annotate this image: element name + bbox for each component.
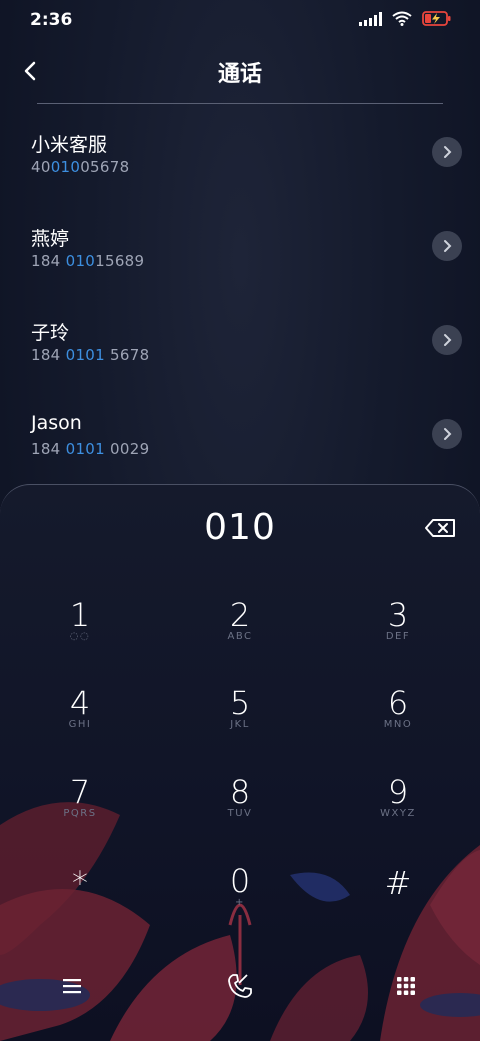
dial-key-0[interactable]: 0 +: [180, 863, 300, 943]
dial-key-9[interactable]: 9 WXYZ: [338, 774, 458, 854]
contact-name: 小米客服: [31, 134, 108, 156]
dialed-number-display: 010: [204, 507, 276, 548]
dialpad-icon: [397, 977, 415, 995]
chevron-right-icon: [444, 146, 452, 158]
dial-key-3[interactable]: 3 DEF: [338, 597, 458, 677]
dial-key-4[interactable]: 4 GHI: [20, 685, 140, 765]
list-item[interactable]: 子玲 184 0101 5678: [0, 308, 480, 402]
voicemail-icon: ◌◌: [69, 631, 91, 642]
battery-charging-icon: [422, 11, 451, 26]
chevron-right-icon: [444, 334, 452, 346]
dial-key-8[interactable]: 8 TUV: [180, 774, 300, 854]
status-icons: [359, 11, 452, 26]
menu-button[interactable]: [52, 966, 92, 1006]
header-divider: [37, 103, 443, 104]
contact-number: 184 01015689: [31, 252, 145, 270]
chevron-right-icon: [444, 428, 452, 440]
dial-key-5[interactable]: 5 JKL: [180, 685, 300, 765]
status-bar: 2:36: [0, 0, 480, 40]
phone-icon: [228, 974, 252, 998]
menu-icon: [63, 979, 81, 994]
contact-number: 184 0101 0029: [31, 440, 150, 458]
chevron-right-icon: [444, 240, 452, 252]
dial-key-2[interactable]: 2 ABC: [180, 597, 300, 677]
list-item[interactable]: 燕婷 184 01015689: [0, 214, 480, 308]
header: 通话: [0, 48, 480, 94]
contact-results-list: 小米客服 4001005678 燕婷 184 01015689 子玲 184 0…: [0, 120, 480, 496]
call-button[interactable]: [220, 966, 260, 1006]
signal-icon: [359, 11, 382, 26]
contact-name: Jason: [31, 412, 82, 434]
contact-number: 184 0101 5678: [31, 346, 150, 364]
dial-key-hash[interactable]: #: [338, 865, 458, 945]
list-item[interactable]: Jason 184 0101 0029: [0, 402, 480, 496]
dialer-bottom-bar: [0, 952, 480, 1022]
list-item[interactable]: 小米客服 4001005678: [0, 120, 480, 214]
wifi-icon: [392, 11, 412, 26]
contact-details-button[interactable]: [432, 325, 462, 355]
contact-number: 4001005678: [31, 158, 130, 176]
backspace-icon: [425, 519, 455, 537]
dial-key-7[interactable]: 7 PQRS: [20, 774, 140, 854]
contact-details-button[interactable]: [432, 419, 462, 449]
dial-key-1[interactable]: 1 ◌◌: [20, 597, 140, 677]
contact-details-button[interactable]: [432, 137, 462, 167]
keypad-toggle-button[interactable]: [386, 966, 426, 1006]
status-time: 2:36: [30, 10, 73, 30]
backspace-button[interactable]: [424, 517, 458, 539]
contact-name: 燕婷: [31, 228, 70, 250]
dial-key-star[interactable]: *: [20, 865, 140, 945]
contact-details-button[interactable]: [432, 231, 462, 261]
contact-name: 子玲: [31, 322, 70, 344]
page-title: 通话: [217, 62, 262, 87]
dial-key-6[interactable]: 6 MNO: [338, 685, 458, 765]
